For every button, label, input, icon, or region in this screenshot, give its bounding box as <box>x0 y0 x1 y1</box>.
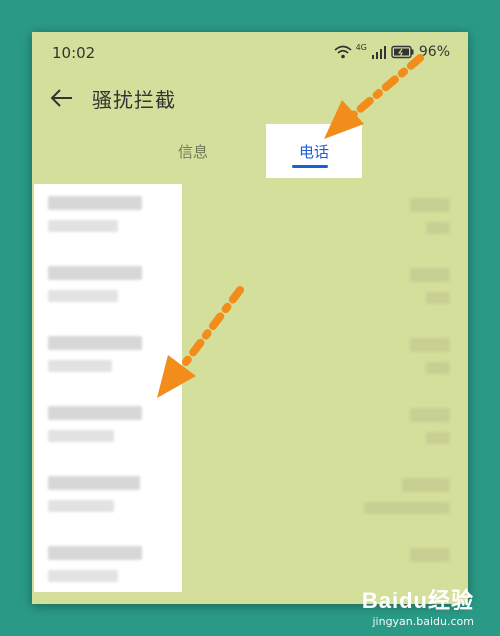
battery-icon <box>391 45 414 59</box>
list-item[interactable] <box>32 394 468 464</box>
caller-location-blurred <box>48 290 118 302</box>
list-item[interactable] <box>32 184 468 254</box>
header: 骚扰拦截 <box>32 80 468 116</box>
call-count-blurred <box>426 292 450 304</box>
back-button[interactable] <box>48 84 76 112</box>
call-time-blurred <box>410 198 450 212</box>
list-item[interactable] <box>32 254 468 324</box>
call-time-blurred <box>402 478 450 492</box>
caller-number-blurred <box>48 546 142 560</box>
call-count-blurred <box>426 362 450 374</box>
status-bar: 10:02 4G 96% <box>32 32 468 72</box>
page-title: 骚扰拦截 <box>92 88 176 112</box>
status-icons: 4G 96% <box>334 42 450 60</box>
call-count-blurred <box>364 502 450 514</box>
caller-location-blurred <box>48 500 114 512</box>
caller-location-blurred <box>48 570 118 582</box>
list-item[interactable] <box>32 464 468 534</box>
network-type-label: 4G <box>355 42 367 52</box>
caller-location-blurred <box>48 360 112 372</box>
battery-percent: 96% <box>418 44 450 60</box>
caller-number-blurred <box>48 196 142 210</box>
caller-number-blurred <box>48 406 142 420</box>
call-time-blurred <box>410 268 450 282</box>
call-count-blurred <box>426 222 450 234</box>
tab-bar: 信息 电话 <box>32 124 468 180</box>
phone-screen: 10:02 4G 96% 骚扰拦截 信息 电话 <box>32 32 468 604</box>
watermark-url: jingyan.baidu.com <box>372 615 474 628</box>
list-item[interactable] <box>32 324 468 394</box>
wifi-icon <box>334 45 352 59</box>
tab-messages[interactable]: 信息 <box>148 124 238 178</box>
signal-icon <box>371 46 386 59</box>
back-arrow-icon <box>50 89 72 107</box>
watermark-logo: Baidu经验 <box>361 588 474 613</box>
caller-number-blurred <box>48 476 140 490</box>
caller-location-blurred <box>48 220 118 232</box>
status-time: 10:02 <box>52 44 96 62</box>
tab-messages-label: 信息 <box>177 142 208 161</box>
caller-number-blurred <box>48 266 142 280</box>
call-time-blurred <box>410 408 450 422</box>
call-count-blurred <box>426 432 450 444</box>
tab-calls[interactable]: 电话 <box>266 124 362 178</box>
baidu-jingyan-watermark: Baidu经验 jingyan.baidu.com <box>362 583 474 628</box>
call-time-blurred <box>410 548 450 562</box>
call-time-blurred <box>410 338 450 352</box>
caller-number-blurred <box>48 336 142 350</box>
active-tab-indicator <box>292 165 328 168</box>
caller-location-blurred <box>48 430 114 442</box>
tab-calls-label: 电话 <box>298 142 329 161</box>
blocked-calls-list <box>32 184 468 604</box>
